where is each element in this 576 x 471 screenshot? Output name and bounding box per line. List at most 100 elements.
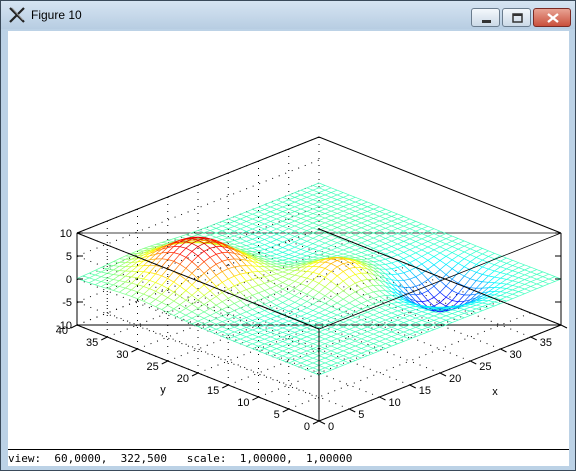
surface-plot[interactable]: -10-505100510152025303540051015202530354… [8, 31, 569, 449]
mesh-segment [282, 256, 289, 259]
mesh-segment [258, 223, 265, 227]
mesh-segment [415, 334, 422, 338]
mesh-segment [343, 203, 350, 207]
mesh-segment [240, 223, 247, 227]
mesh-segment [276, 260, 283, 264]
mesh-segment [500, 283, 507, 289]
mesh-segment [349, 345, 356, 349]
mesh-segment [137, 286, 144, 293]
mesh-segment [439, 317, 447, 321]
x-tick-label: 10 [389, 397, 401, 409]
mesh-segment [367, 204, 374, 208]
mesh-segment [518, 282, 525, 285]
mesh-segment [385, 243, 392, 247]
mesh-segment [185, 279, 193, 286]
mesh-segment [252, 279, 259, 286]
mesh-segment [464, 275, 471, 280]
minimize-button[interactable] [471, 8, 500, 27]
title-bar[interactable]: Figure 10 [1, 1, 575, 29]
mesh-segment [312, 271, 320, 275]
mesh-segment [125, 270, 132, 277]
mesh-segment [306, 215, 314, 219]
mesh-segment [361, 256, 368, 260]
mesh-segment [445, 238, 453, 242]
mesh-segment [439, 264, 447, 270]
maximize-button[interactable] [502, 8, 531, 27]
mesh-segment [82, 272, 90, 277]
mesh-segment [445, 311, 453, 314]
mesh-segment [391, 262, 398, 268]
mesh-segment [385, 262, 392, 265]
mesh-segment [276, 298, 283, 303]
mesh-segment [209, 326, 217, 330]
mesh-segment [209, 312, 217, 316]
mesh-segment [167, 278, 174, 283]
mesh-segment [143, 293, 150, 297]
mesh-segment [240, 304, 247, 309]
mesh-segment [373, 218, 380, 222]
mesh-segment [306, 256, 314, 260]
close-button[interactable] [533, 8, 571, 27]
mesh-segment [415, 276, 423, 284]
mesh-segment [518, 286, 525, 290]
mesh-segment [518, 262, 525, 266]
mesh-segment [282, 299, 289, 303]
mesh-segment [464, 245, 471, 250]
x-tick [530, 336, 537, 341]
mesh-segment [318, 245, 326, 249]
mesh-segment [234, 216, 241, 220]
mesh-segment [445, 268, 453, 275]
mesh-segment [312, 300, 320, 305]
mesh-segment [530, 286, 537, 290]
mesh-segment [288, 281, 296, 286]
mesh-segment [367, 225, 374, 229]
mesh-segment [403, 255, 410, 259]
mesh-segment [185, 294, 193, 301]
mesh-segment [246, 221, 253, 225]
mesh-segment [264, 221, 271, 225]
mesh-segment [403, 235, 410, 240]
mesh-segment [355, 196, 362, 201]
mesh-segment [234, 321, 241, 326]
mesh-segment [397, 272, 404, 275]
mesh-segment [215, 254, 223, 262]
mesh-segment [464, 258, 471, 262]
mesh-segment [222, 259, 229, 262]
mesh-segment [131, 250, 138, 254]
mesh-segment [215, 304, 223, 310]
x-tick [318, 420, 326, 425]
mesh-segment [330, 249, 338, 253]
mesh-segment [391, 228, 398, 232]
mesh-segment [276, 208, 283, 212]
mesh-segment [155, 273, 162, 277]
mesh-segment [197, 230, 205, 234]
mesh-segment [361, 254, 368, 257]
z-tick-label: -5 [62, 297, 72, 309]
mesh-segment [294, 222, 301, 227]
mesh-segment [282, 228, 289, 232]
mesh-segment [300, 218, 308, 222]
mesh-segment [234, 275, 241, 284]
mesh-segment [337, 360, 344, 364]
mesh-segment [391, 329, 398, 333]
mesh-segment [421, 317, 429, 321]
mesh-segment [246, 248, 253, 252]
mesh-segment [222, 235, 229, 239]
mesh-segment [318, 312, 326, 316]
mesh-segment [300, 310, 308, 314]
mesh-segment [294, 218, 301, 222]
mesh-segment [312, 362, 320, 366]
mesh-segment [470, 248, 477, 252]
mesh-segment [131, 277, 138, 284]
mesh-segment [288, 313, 295, 317]
mesh-segment [161, 293, 168, 298]
mesh-segment [379, 213, 386, 217]
mesh-segment [312, 310, 320, 314]
mesh-segment [258, 350, 265, 354]
mesh-segment [270, 211, 277, 215]
mesh-segment [282, 194, 289, 198]
mesh-segment [288, 192, 295, 196]
plot-area[interactable]: -10-505100510152025303540051015202530354… [8, 31, 569, 449]
mesh-segment [216, 333, 223, 337]
mesh-segment [294, 204, 301, 208]
